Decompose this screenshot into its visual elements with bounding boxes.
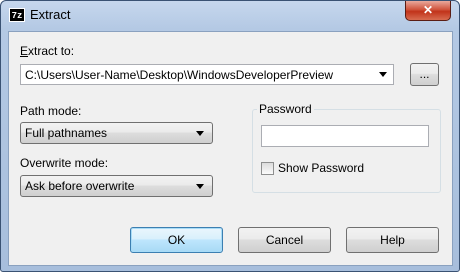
show-password-label[interactable]: Show Password [278, 161, 364, 175]
path-mode-dropdown[interactable]: Full pathnames [20, 122, 213, 144]
path-mode-value: Full pathnames [25, 126, 108, 140]
extract-path-combobox[interactable]: C:\Users\User-Name\Desktop\WindowsDevelo… [20, 64, 394, 85]
overwrite-mode-dropdown[interactable]: Ask before overwrite [20, 175, 213, 197]
path-mode-label: Path mode: [20, 104, 82, 118]
extract-path-value: C:\Users\User-Name\Desktop\WindowsDevelo… [25, 68, 334, 82]
password-input[interactable] [261, 125, 429, 147]
show-password-checkbox[interactable] [261, 162, 274, 175]
extract-to-label: Extract to: [20, 44, 75, 58]
cancel-button[interactable]: Cancel [238, 227, 331, 253]
password-group [252, 109, 441, 193]
7zip-app-icon: 7z [9, 8, 25, 22]
help-button[interactable]: Help [346, 227, 439, 253]
extract-dialog: 7z Extract ✕ Extract to: C:\Users\User-N… [0, 0, 460, 272]
password-group-label: Password [257, 102, 314, 116]
window-title: Extract [30, 7, 71, 22]
chevron-down-icon[interactable] [379, 72, 387, 77]
chevron-down-icon [196, 184, 204, 189]
overwrite-mode-value: Ask before overwrite [25, 179, 135, 193]
overwrite-mode-label: Overwrite mode: [20, 156, 109, 170]
chevron-down-icon [196, 131, 204, 136]
browse-button[interactable]: ... [410, 63, 439, 86]
close-icon: ✕ [422, 3, 434, 17]
close-button[interactable]: ✕ [405, 1, 451, 21]
dialog-body: Extract to: C:\Users\User-Name\Desktop\W… [8, 31, 453, 266]
ok-button[interactable]: OK [130, 227, 223, 253]
title-bar[interactable]: 7z Extract ✕ [1, 1, 459, 29]
